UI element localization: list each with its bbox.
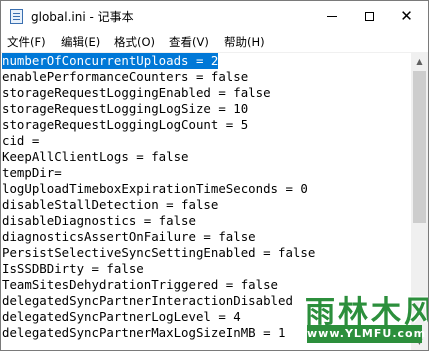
text-line[interactable]: enablePerformanceCounters = false bbox=[2, 69, 248, 85]
text-line[interactable]: storageRequestLoggingEnabled = false bbox=[2, 85, 271, 101]
text-line[interactable]: delegatedSyncPartnerLogLevel = 4 bbox=[2, 309, 241, 325]
close-icon: ✕ bbox=[400, 7, 413, 25]
text-line[interactable]: delegatedSyncPartnerMaxLogSizeInMB = 1 bbox=[2, 325, 285, 341]
window-title: global.ini - 记事本 bbox=[31, 10, 134, 24]
minimize-icon bbox=[327, 16, 337, 17]
watermark-logo: 雨林木风 www.YLMFU.com bbox=[297, 285, 428, 350]
text-line[interactable]: KeepAllClientLogs = false bbox=[2, 149, 189, 165]
text-line[interactable]: disableStallDetection = false bbox=[2, 197, 218, 213]
text-line[interactable]: PersistSelectiveSyncSettingEnabled = fal… bbox=[2, 245, 315, 261]
text-line[interactable]: logUploadTimeboxExpirationTimeSeconds = … bbox=[2, 181, 308, 197]
text-line[interactable]: tempDir= bbox=[2, 165, 62, 181]
menu-bar: 文件(F) 编辑(E) 格式(O) 查看(V) 帮助(H) bbox=[1, 32, 428, 53]
text-line[interactable]: delegatedSyncPartnerInteractionDisabled bbox=[2, 293, 293, 309]
menu-view[interactable]: 查看(V) bbox=[169, 34, 209, 50]
menu-help[interactable]: 帮助(H) bbox=[224, 34, 265, 50]
menu-edit[interactable]: 编辑(E) bbox=[61, 34, 100, 50]
text-line[interactable]: diagnosticsAssertOnFailure = false bbox=[2, 229, 256, 245]
notepad-window: global.ini - 记事本 ✕ 文件(F) 编辑(E) 格式(O) 查看(… bbox=[0, 0, 429, 351]
scrollbar-thumb[interactable] bbox=[413, 71, 426, 223]
watermark-url: www.YLMFU.com bbox=[307, 325, 425, 343]
text-line-selected[interactable]: numberOfConcurrentUploads = 2 bbox=[2, 53, 219, 69]
menu-file[interactable]: 文件(F) bbox=[7, 34, 46, 50]
text-line[interactable]: cid = bbox=[2, 133, 39, 149]
notepad-icon bbox=[10, 9, 23, 24]
text-line[interactable]: IsSSDBDirty = false bbox=[2, 261, 144, 277]
scroll-up-arrow-icon[interactable]: ▲ bbox=[411, 53, 428, 70]
menu-format[interactable]: 格式(O) bbox=[114, 34, 155, 50]
text-line[interactable]: TeamSitesDehydrationTriggered = false bbox=[2, 277, 278, 293]
text-line[interactable]: storageRequestLoggingLogCount = 5 bbox=[2, 117, 248, 133]
close-button[interactable]: ✕ bbox=[385, 1, 428, 32]
text-line[interactable]: disableDiagnostics = false bbox=[2, 213, 196, 229]
maximize-icon bbox=[364, 12, 374, 21]
text-line[interactable]: storageRequestLoggingLogSize = 10 bbox=[2, 101, 248, 117]
title-bar[interactable]: global.ini - 记事本 ✕ bbox=[1, 1, 428, 32]
